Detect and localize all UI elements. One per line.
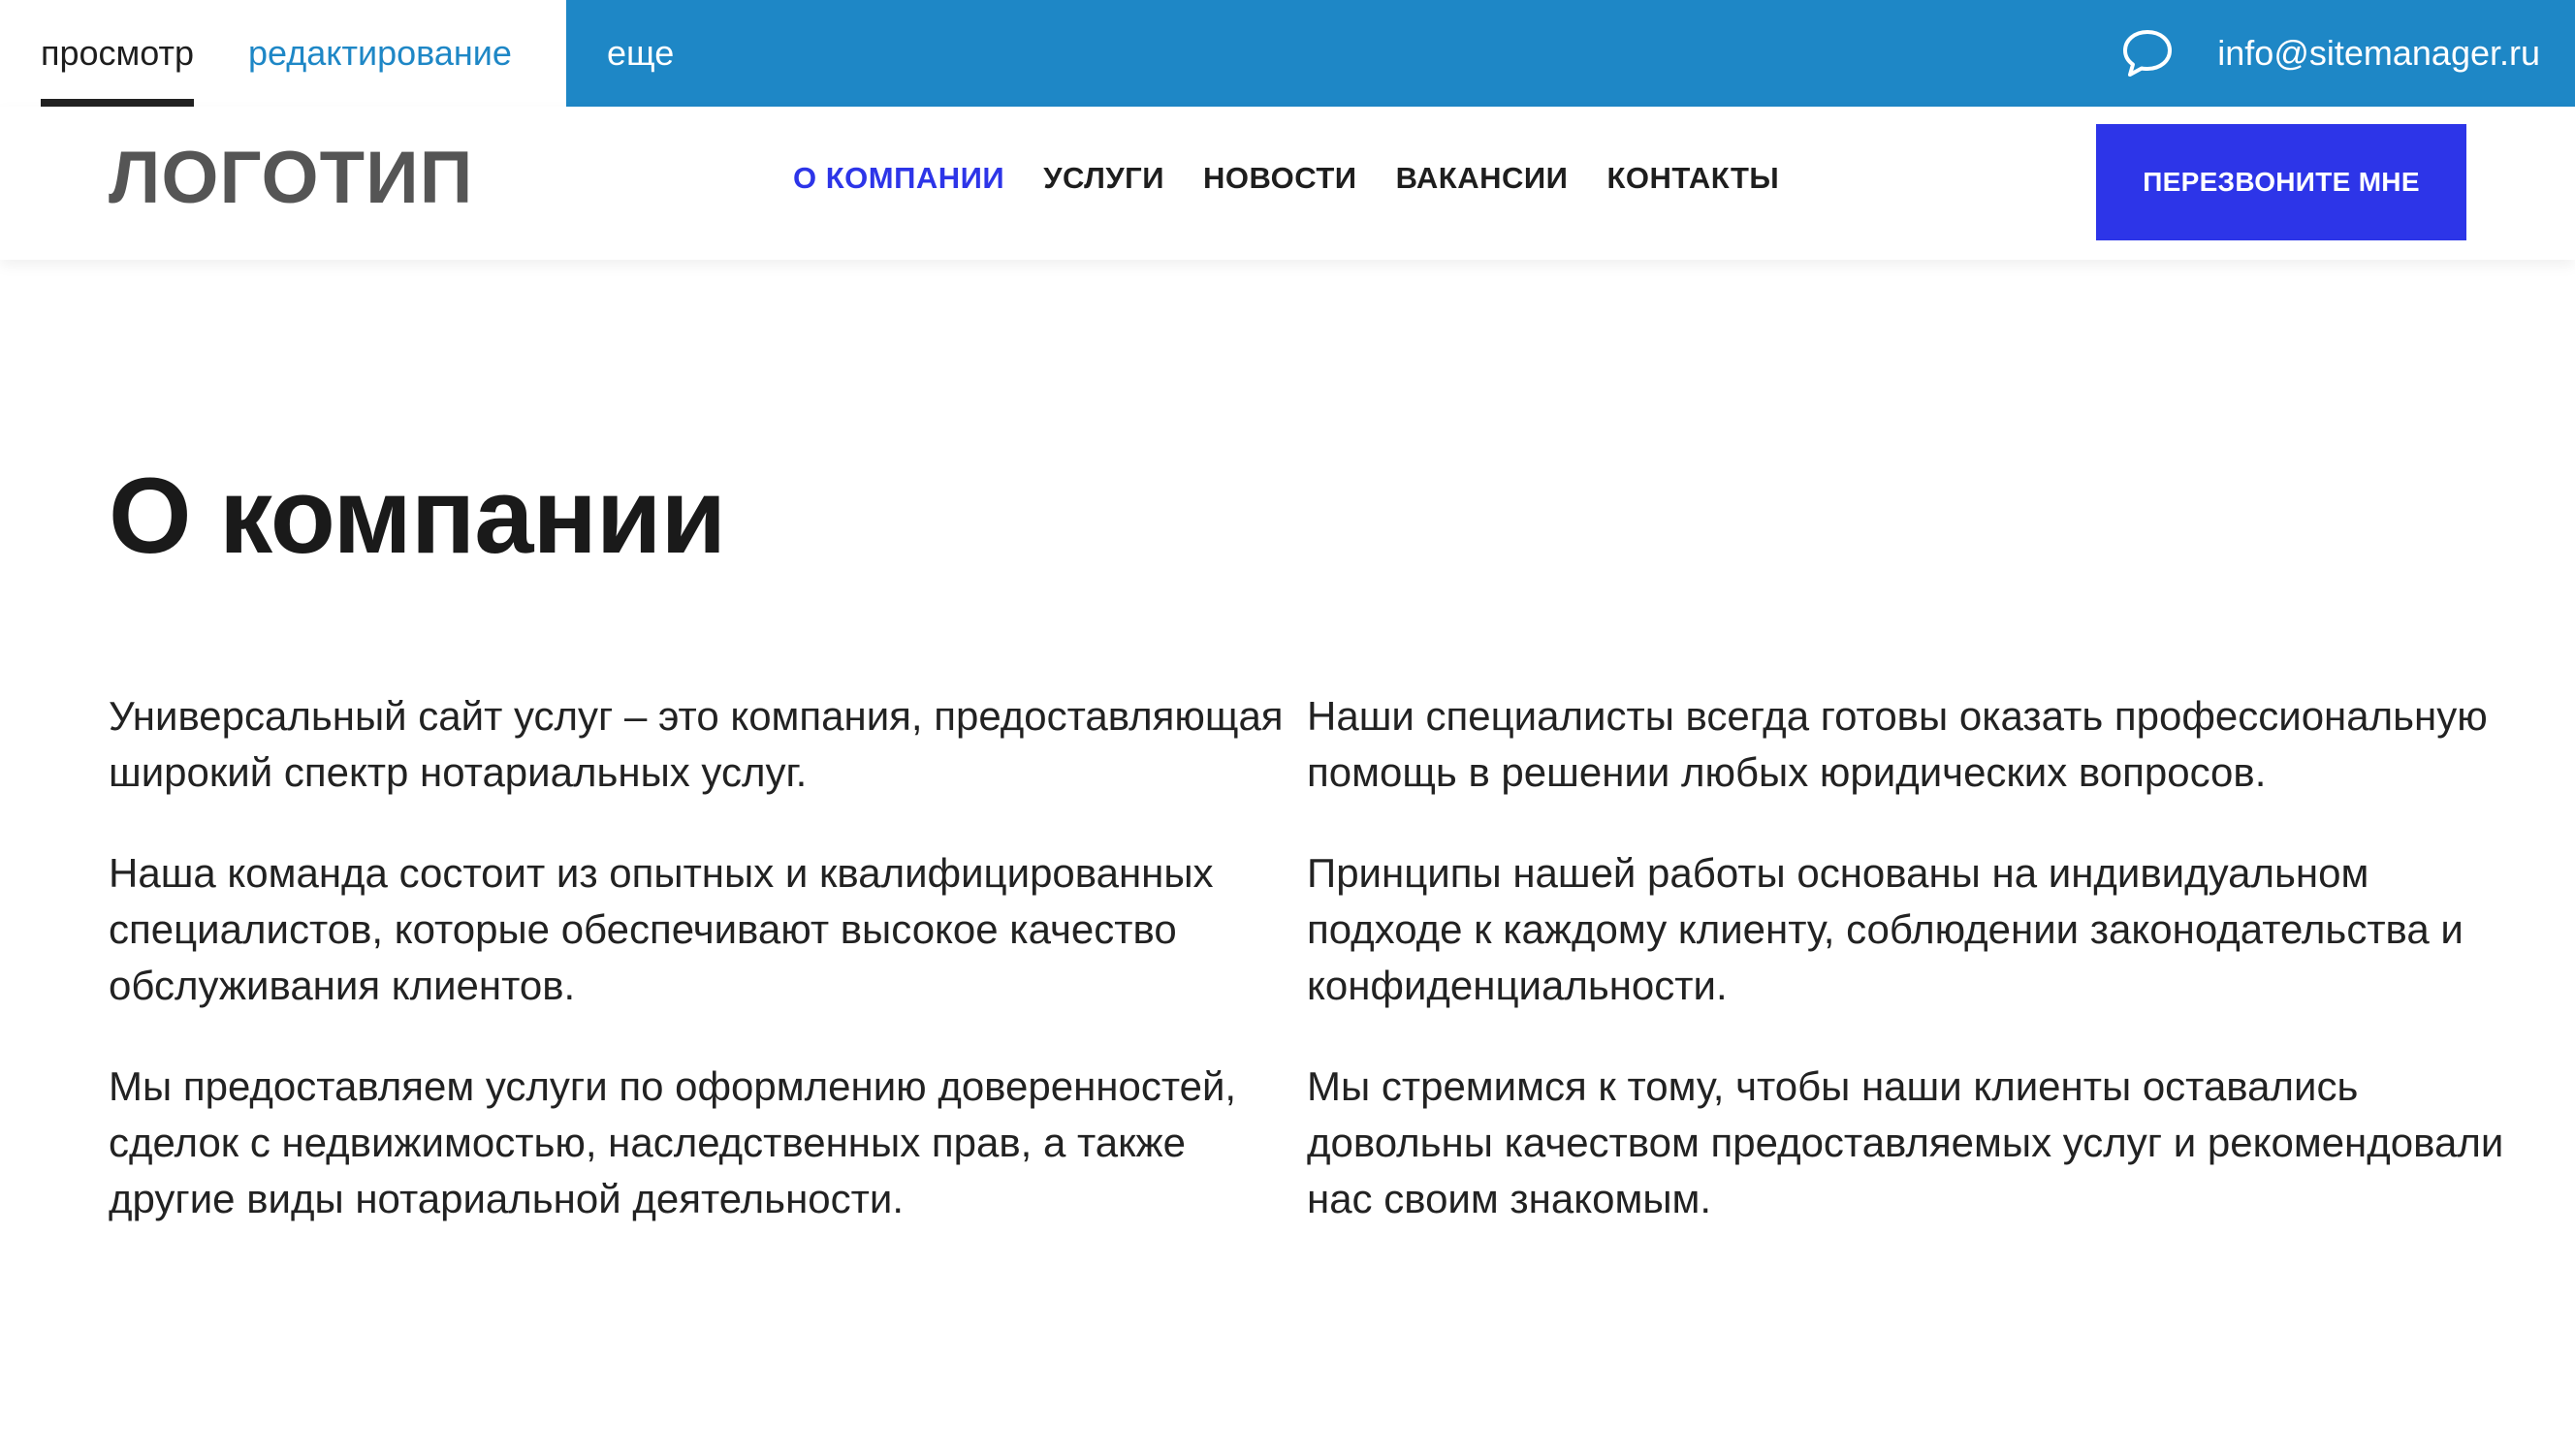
- nav-item-contacts[interactable]: КОНТАКТЫ: [1606, 163, 1779, 193]
- callback-button[interactable]: ПЕРЕЗВОНИТЕ МНЕ: [2096, 124, 2466, 240]
- nav-item-about[interactable]: О КОМПАНИИ: [793, 163, 1004, 193]
- tab-view[interactable]: просмотр: [41, 0, 195, 107]
- admin-toolbar: просмотр редактирование еще info@siteman…: [0, 0, 2575, 107]
- paragraph: Принципы нашей работы основаны на индиви…: [1307, 850, 2464, 1008]
- paragraph: Наши специалисты всегда готовы оказать п…: [1307, 693, 2488, 795]
- paragraph: Мы предоставляем услуги по оформлению до…: [109, 1063, 1237, 1221]
- paragraph: Универсальный сайт услуг – это компания,…: [109, 693, 1284, 795]
- main-navigation: О КОМПАНИИ УСЛУГИ НОВОСТИ ВАКАНСИИ КОНТА…: [793, 163, 1779, 193]
- site-header: ЛОГОТИП О КОМПАНИИ УСЛУГИ НОВОСТИ ВАКАНС…: [0, 107, 2575, 260]
- content-column-right: Наши специалисты всегда готовы оказать п…: [1307, 688, 2509, 1272]
- admin-toolbar-panel: еще info@sitemanager.ru: [566, 0, 2575, 107]
- paragraph: Мы стремимся к тому, чтобы наши клиенты …: [1307, 1063, 2504, 1221]
- contact-email-link[interactable]: info@sitemanager.ru: [2217, 36, 2540, 71]
- content-column-left: Универсальный сайт услуг – это компания,…: [109, 688, 1311, 1272]
- speech-bubble-icon[interactable]: [2120, 26, 2175, 80]
- paragraph: Наша команда состоит из опытных и квалиф…: [109, 850, 1214, 1008]
- more-menu-button[interactable]: еще: [607, 36, 674, 71]
- nav-item-news[interactable]: НОВОСТИ: [1203, 163, 1357, 193]
- nav-item-services[interactable]: УСЛУГИ: [1043, 163, 1164, 193]
- site-logo[interactable]: ЛОГОТИП: [109, 142, 473, 215]
- tab-edit[interactable]: редактирование: [248, 0, 512, 107]
- admin-mode-tabs: просмотр редактирование: [0, 0, 566, 107]
- nav-item-vacancies[interactable]: ВАКАНСИИ: [1396, 163, 1569, 193]
- page-title: О компании: [109, 457, 726, 576]
